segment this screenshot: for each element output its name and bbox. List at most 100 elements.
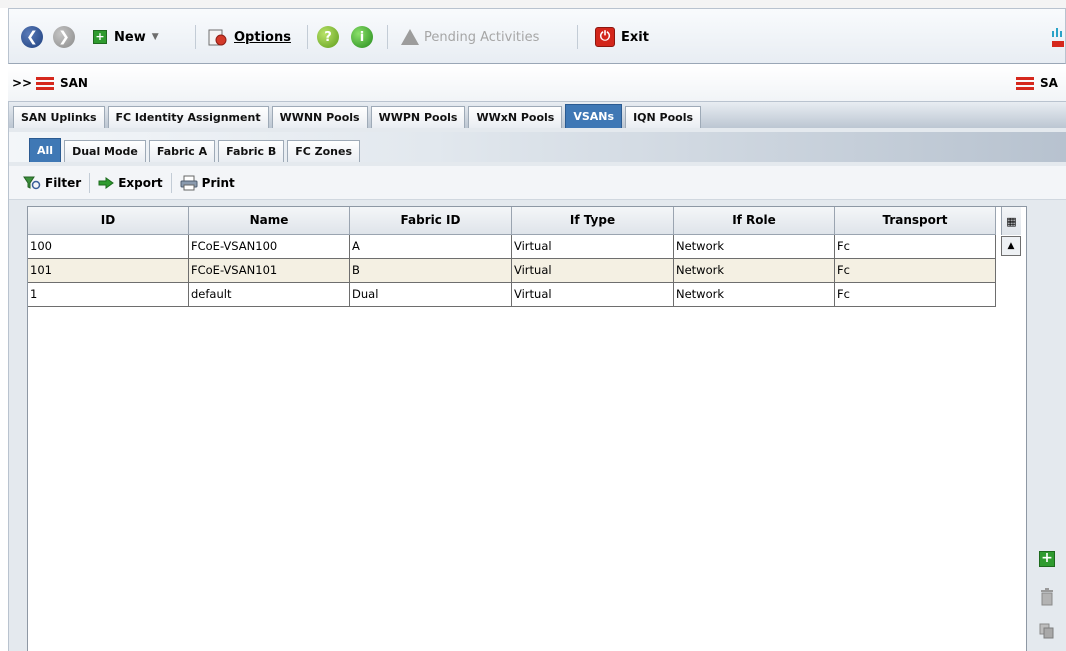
breadcrumb-right-label: SA (1040, 76, 1058, 90)
cisco-logo (1051, 27, 1065, 51)
warning-icon (401, 29, 419, 45)
tab-fc-zones[interactable]: FC Zones (287, 140, 361, 162)
table-action-bar: Filter Export Print (9, 166, 1066, 200)
main-tabs: SAN Uplinks FC Identity Assignment WWNN … (13, 102, 704, 128)
new-label: New (114, 29, 146, 45)
column-header-id[interactable]: ID (28, 207, 189, 235)
column-header-if-type[interactable]: If Type (512, 207, 674, 235)
cell-name: FCoE-VSAN101 (189, 259, 350, 282)
cell-if-role: Network (674, 283, 835, 306)
scroll-up-arrow-icon: ▲ (1007, 241, 1015, 251)
main-toolbar: ❮ ❯ + New ▼ Options ? i Pending Activiti… (8, 8, 1066, 64)
info-button[interactable]: i (351, 9, 373, 65)
tab-fabric-b[interactable]: Fabric B (218, 140, 285, 162)
tab-iqn-pools[interactable]: IQN Pools (625, 106, 702, 128)
column-header-transport[interactable]: Transport (835, 207, 996, 235)
options-button[interactable]: Options (207, 9, 291, 65)
info-icon: i (351, 26, 373, 48)
cell-fabric-id: B (350, 259, 512, 282)
export-label: Export (118, 175, 163, 190)
tab-all[interactable]: All (29, 138, 62, 162)
copy-button[interactable] (1036, 620, 1058, 642)
delete-button[interactable] (1036, 586, 1058, 608)
cell-transport: Fc (835, 235, 996, 258)
action-divider (89, 172, 91, 193)
help-icon: ? (317, 26, 339, 48)
toolbar-divider (195, 25, 196, 49)
cell-fabric-id: Dual (350, 283, 512, 306)
breadcrumb: >> SAN SA (8, 66, 1066, 102)
san-icon (1016, 77, 1034, 91)
chevron-down-icon: ▼ (151, 32, 159, 42)
cell-name: default (189, 283, 350, 306)
table-row[interactable]: 101 FCoE-VSAN101 B Virtual Network Fc (28, 259, 996, 283)
forward-button[interactable]: ❯ (53, 9, 75, 65)
vsan-table: ID Name Fabric ID If Type If Role Transp… (27, 206, 1027, 651)
cell-id: 101 (28, 259, 189, 282)
tab-san-uplinks[interactable]: SAN Uplinks (13, 106, 105, 128)
tab-dual-mode[interactable]: Dual Mode (64, 140, 146, 162)
exit-icon: ⏻ (595, 27, 615, 47)
table-header: ID Name Fabric ID If Type If Role Transp… (28, 207, 996, 235)
cell-transport: Fc (835, 283, 996, 306)
back-arrow-icon: ❮ (21, 26, 43, 48)
cell-if-role: Network (674, 235, 835, 258)
tab-vsans[interactable]: VSANs (565, 104, 623, 128)
cell-fabric-id: A (350, 235, 512, 258)
printer-icon (180, 175, 198, 190)
column-header-fabric-id[interactable]: Fabric ID (350, 207, 512, 235)
tab-wwpn-pools[interactable]: WWPN Pools (370, 106, 466, 128)
exit-button[interactable]: ⏻ Exit (595, 9, 649, 65)
cell-id: 1 (28, 283, 189, 306)
action-divider (170, 172, 172, 193)
column-header-if-role[interactable]: If Role (674, 207, 835, 235)
tab-wwnn-pools[interactable]: WWNN Pools (271, 106, 368, 128)
cell-if-type: Virtual (512, 259, 674, 282)
options-icon (207, 27, 227, 47)
column-header-name[interactable]: Name (189, 207, 350, 235)
add-button[interactable]: + (1036, 548, 1058, 570)
app-window: ❮ ❯ + New ▼ Options ? i Pending Activiti… (0, 0, 1066, 651)
cell-if-role: Network (674, 259, 835, 282)
cell-if-type: Virtual (512, 235, 674, 258)
table-row[interactable]: 1 default Dual Virtual Network Fc (28, 283, 996, 307)
san-icon (36, 77, 54, 91)
print-label: Print (201, 175, 235, 190)
export-button[interactable]: Export (98, 175, 163, 190)
cell-transport: Fc (835, 259, 996, 282)
help-button[interactable]: ? (317, 9, 339, 65)
breadcrumb-toggle[interactable]: >> (12, 76, 32, 90)
print-button[interactable]: Print (180, 175, 235, 191)
scroll-up-button[interactable]: ▲ (1001, 236, 1021, 256)
copy-icon (1039, 623, 1054, 639)
cell-id: 100 (28, 235, 189, 258)
tab-wwxn-pools[interactable]: WWxN Pools (468, 106, 563, 128)
window-top-border (0, 0, 1066, 8)
add-icon: + (1039, 551, 1055, 567)
table-row[interactable]: 100 FCoE-VSAN100 A Virtual Network Fc (28, 235, 996, 259)
cell-if-type: Virtual (512, 283, 674, 306)
column-chooser-button[interactable]: ▦ (1001, 207, 1021, 235)
tab-fabric-a[interactable]: Fabric A (148, 140, 216, 162)
tab-fc-identity-assignment[interactable]: FC Identity Assignment (107, 106, 269, 128)
back-button[interactable]: ❮ (21, 9, 43, 65)
filter-label: Filter (45, 175, 82, 190)
toolbar-divider (577, 25, 578, 49)
trash-icon (1041, 588, 1053, 606)
exit-label: Exit (621, 29, 649, 45)
pending-label: Pending Activities (424, 29, 540, 45)
cell-name: FCoE-VSAN100 (189, 235, 350, 258)
sub-tabs: All Dual Mode Fabric A Fabric B FC Zones (29, 134, 363, 162)
toolbar-divider (387, 25, 388, 49)
forward-arrow-icon: ❯ (53, 26, 75, 48)
options-label: Options (234, 29, 291, 45)
new-button[interactable]: + New ▼ (93, 9, 159, 65)
filter-icon (23, 176, 41, 189)
pending-activities-button[interactable]: Pending Activities (401, 9, 539, 65)
export-arrow-icon (98, 176, 115, 189)
content-panel: SAN Uplinks FC Identity Assignment WWNN … (8, 102, 1066, 651)
breadcrumb-san[interactable]: SAN (60, 76, 88, 90)
filter-button[interactable]: Filter (23, 175, 81, 191)
plus-square-icon: + (93, 30, 107, 44)
columns-icon: ▦ (1006, 214, 1017, 228)
